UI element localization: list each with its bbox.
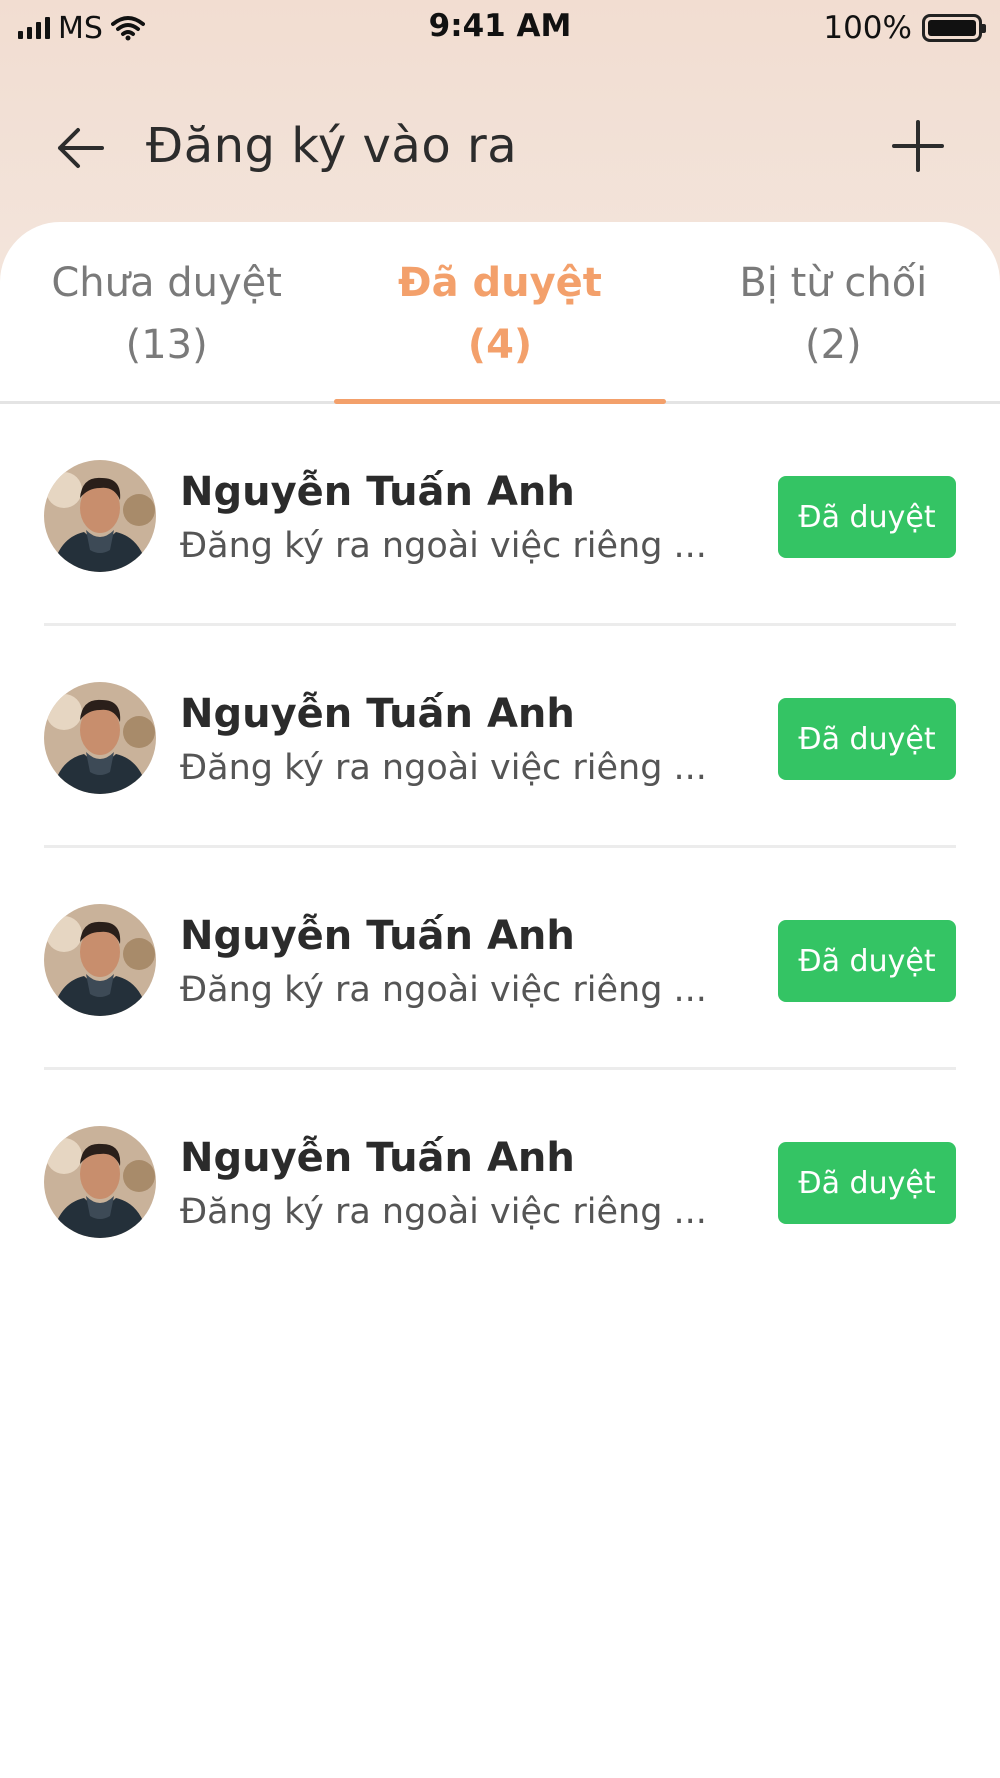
item-text: Nguyễn Tuấn Anh Đăng ký ra ngoài việc ri… [180, 466, 720, 572]
list-item[interactable]: Nguyễn Tuấn Anh Đăng ký ra ngoài việc ri… [44, 848, 956, 1070]
item-text: Nguyễn Tuấn Anh Đăng ký ra ngoài việc ri… [180, 910, 720, 1016]
item-text: Nguyễn Tuấn Anh Đăng ký ra ngoài việc ri… [180, 1132, 720, 1238]
status-bar: MS 9:41 AM 100% [0, 0, 1000, 56]
employee-name: Nguyễn Tuấn Anh [180, 469, 575, 515]
approved-status-button[interactable]: Đã duyệt [778, 1142, 956, 1224]
tab-pending-count: (13) [125, 321, 208, 368]
tab-rejected-count: (2) [804, 321, 862, 368]
signal-icon [18, 17, 50, 39]
app-header: Đăng ký vào ra [0, 100, 1000, 192]
avatar [44, 904, 156, 1016]
tab-approved-count: (4) [467, 321, 533, 368]
avatar [44, 460, 156, 572]
back-button[interactable] [52, 120, 108, 176]
status-right: 100% [823, 10, 986, 46]
plus-icon [892, 120, 944, 172]
tab-approved-label: Đã duyệt [398, 259, 602, 306]
wifi-icon [110, 16, 145, 41]
avatar [44, 682, 156, 794]
content-sheet: Chưa duyệt (13) Đã duyệt (4) Bị từ chối … [0, 222, 1000, 1778]
tab-rejected-label: Bị từ chối [739, 259, 928, 306]
request-list: Nguyễn Tuấn Anh Đăng ký ra ngoài việc ri… [0, 404, 1000, 1292]
status-left: MS [18, 11, 145, 46]
avatar [44, 1126, 156, 1238]
add-button[interactable] [890, 118, 946, 174]
carrier-label: MS [58, 10, 103, 46]
approved-status-button[interactable]: Đã duyệt [778, 920, 956, 1002]
list-item[interactable]: Nguyễn Tuấn Anh Đăng ký ra ngoài việc ri… [44, 404, 956, 626]
list-item[interactable]: Nguyễn Tuấn Anh Đăng ký ra ngoài việc ri… [44, 626, 956, 848]
tab-approved[interactable]: Đã duyệt (4) [333, 222, 666, 401]
approved-status-button[interactable]: Đã duyệt [778, 476, 956, 558]
employee-name: Nguyễn Tuấn Anh [180, 1135, 575, 1181]
request-description: Đăng ký ra ngoài việc riêng ... [180, 748, 707, 788]
list-item[interactable]: Nguyễn Tuấn Anh Đăng ký ra ngoài việc ri… [44, 1070, 956, 1292]
battery-percentage: 100% [823, 10, 912, 46]
request-description: Đăng ký ra ngoài việc riêng ... [180, 1192, 707, 1232]
battery-icon [922, 14, 986, 42]
approved-status-button[interactable]: Đã duyệt [778, 698, 956, 780]
request-description: Đăng ký ra ngoài việc riêng ... [180, 526, 707, 566]
tab-rejected[interactable]: Bị từ chối (2) [667, 222, 1000, 401]
employee-name: Nguyễn Tuấn Anh [180, 913, 575, 959]
tab-bar: Chưa duyệt (13) Đã duyệt (4) Bị từ chối … [0, 222, 1000, 404]
item-text: Nguyễn Tuấn Anh Đăng ký ra ngoài việc ri… [180, 688, 720, 794]
tab-pending[interactable]: Chưa duyệt (13) [0, 222, 333, 401]
request-description: Đăng ký ra ngoài việc riêng ... [180, 970, 707, 1010]
employee-name: Nguyễn Tuấn Anh [180, 691, 575, 737]
arrow-left-icon [58, 128, 104, 168]
tab-pending-label: Chưa duyệt [51, 259, 282, 306]
page-title: Đăng ký vào ra [146, 118, 518, 174]
